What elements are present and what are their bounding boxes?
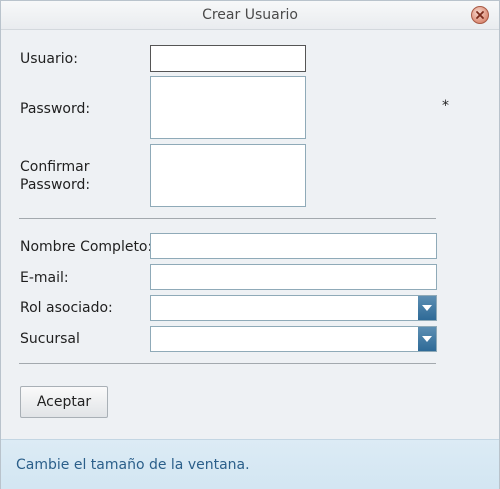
confirmar-label-line2: Password:	[20, 177, 91, 193]
password-label: Password:	[20, 101, 91, 117]
email-field-box	[150, 264, 437, 290]
confirmar-field-box	[150, 144, 306, 207]
usuario-field-box	[150, 45, 306, 72]
close-button[interactable]	[471, 6, 489, 24]
sucursal-dropdown-button[interactable]	[418, 327, 436, 351]
sucursal-select[interactable]	[150, 326, 437, 352]
usuario-label: Usuario:	[20, 51, 78, 67]
section-divider-top	[19, 218, 436, 219]
window-title: Crear Usuario	[202, 7, 298, 23]
email-input[interactable]	[151, 265, 436, 289]
password-input[interactable]	[151, 77, 305, 138]
rol-label: Rol asociado:	[20, 300, 113, 316]
password-field-box	[150, 76, 306, 139]
usuario-input[interactable]	[151, 46, 305, 71]
nombre-label: Nombre Completo:	[20, 239, 153, 255]
rol-dropdown-button[interactable]	[418, 296, 436, 320]
aceptar-button[interactable]: Aceptar	[20, 386, 108, 418]
chevron-down-icon	[422, 336, 432, 342]
sucursal-label: Sucursal	[20, 331, 80, 347]
section-divider-bottom	[19, 363, 436, 364]
close-icon	[476, 11, 484, 19]
chevron-down-icon	[422, 305, 432, 311]
title-bar[interactable]: Crear Usuario	[1, 1, 499, 30]
confirm-password-input[interactable]	[151, 145, 305, 206]
nombre-field-box	[150, 233, 437, 259]
required-asterisk: *	[442, 98, 449, 114]
status-bar: Cambie el tamaño de la ventana.	[1, 439, 499, 489]
email-label: E-mail:	[20, 270, 69, 286]
status-message: Cambie el tamaño de la ventana.	[16, 457, 250, 473]
rol-select[interactable]	[150, 295, 437, 321]
dialog-window: Crear Usuario Usuario: Password: * Confi…	[0, 0, 500, 489]
nombre-completo-input[interactable]	[151, 234, 436, 258]
confirmar-label-line1: Confirmar	[20, 159, 90, 175]
